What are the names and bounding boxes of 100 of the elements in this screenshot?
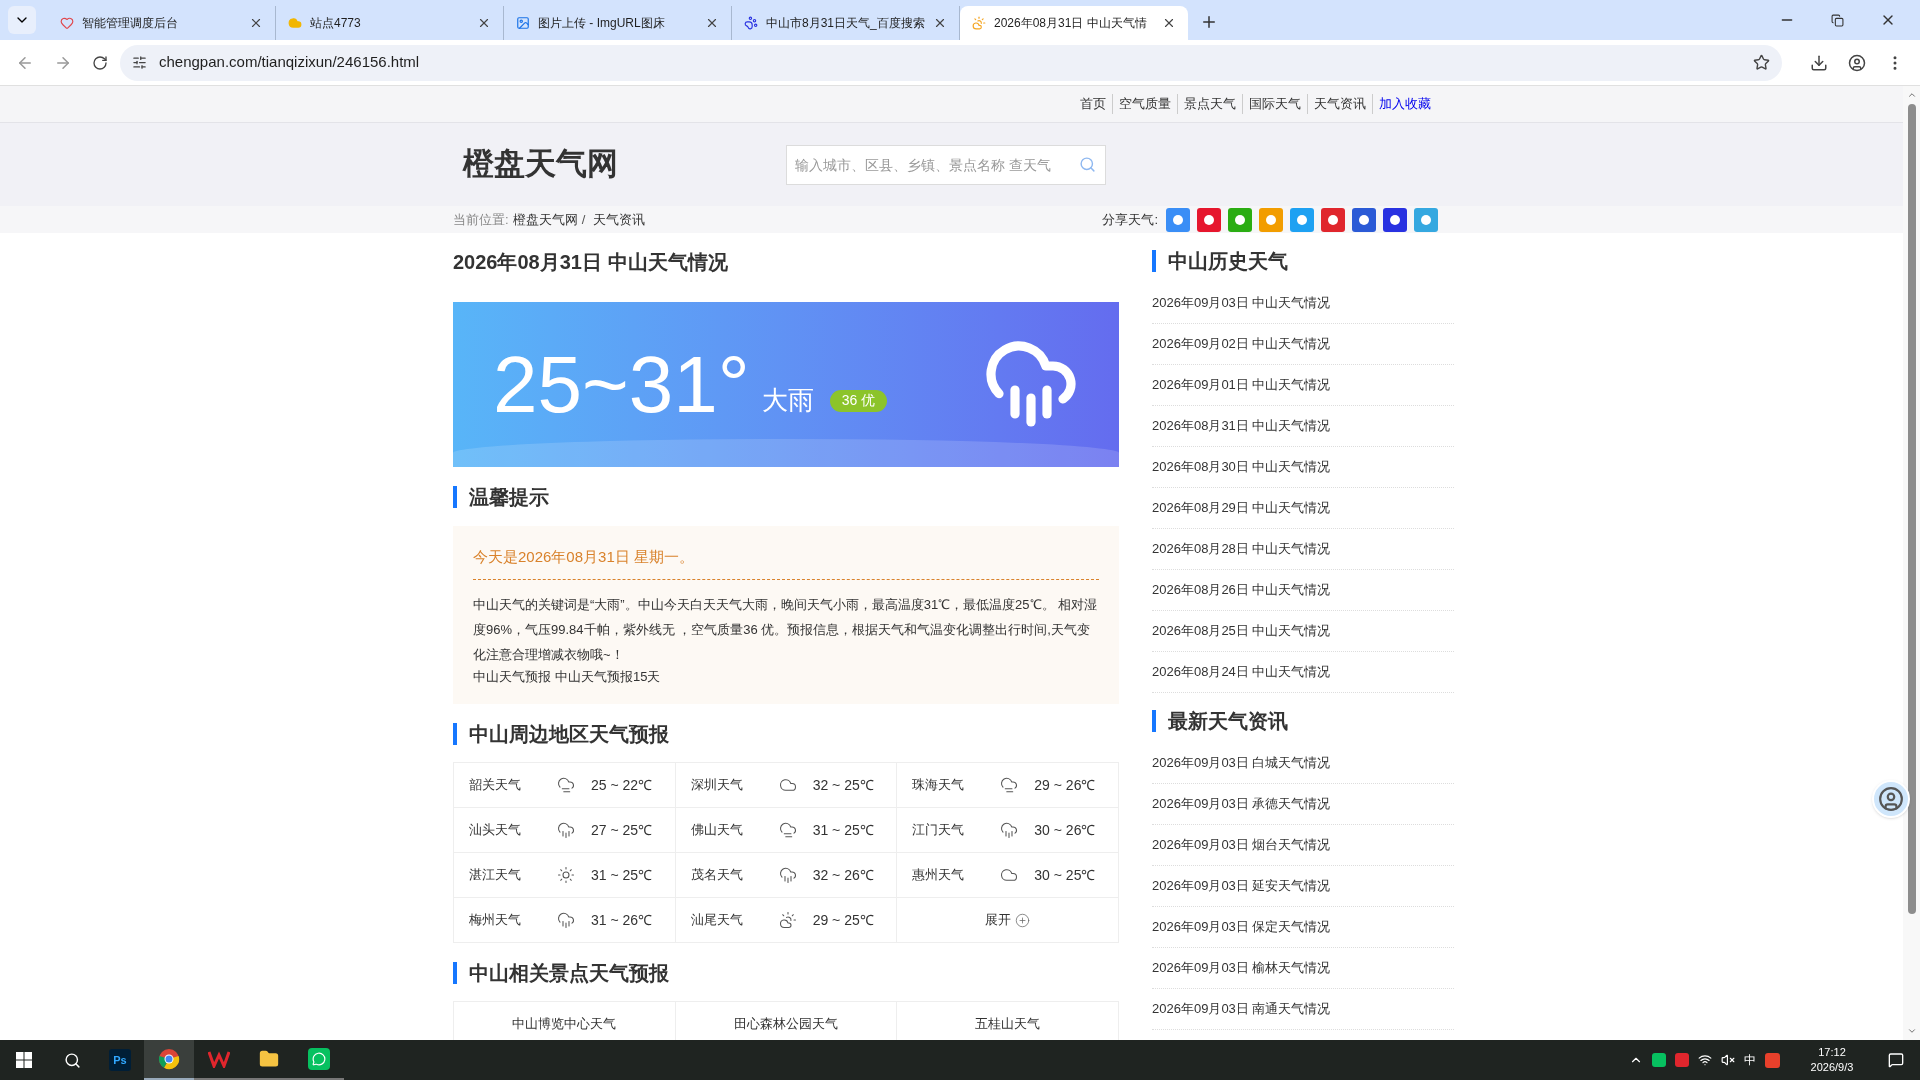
close-icon[interactable]: [249, 16, 263, 30]
scroll-up-icon[interactable]: [1906, 90, 1917, 100]
tab-favicon-icon: [972, 16, 986, 30]
article-link[interactable]: 2026年09月02日 中山天气情况: [1152, 334, 1331, 354]
chat-bubble-icon: [312, 1052, 326, 1066]
article-link[interactable]: 2026年08月25日 中山天气情况: [1152, 621, 1331, 641]
article-link[interactable]: 2026年09月03日 烟台天气情况: [1152, 835, 1331, 855]
browser-tab[interactable]: 2026年08月31日 中山天气情: [960, 6, 1188, 40]
photoshop-app-button[interactable]: Ps: [109, 1049, 131, 1071]
forecast-cell[interactable]: 珠海天气 29 ~ 26℃: [897, 763, 1119, 808]
close-icon[interactable]: [1162, 16, 1176, 30]
chrome-app-button[interactable]: [144, 1040, 194, 1080]
close-icon[interactable]: [705, 16, 719, 30]
share-icon[interactable]: [1197, 207, 1221, 232]
temperature-range: 31 ~ 25℃: [591, 865, 653, 885]
restore-icon[interactable]: [1831, 13, 1844, 27]
date-line: 今天是2026年08月31日 星期一。: [473, 546, 1099, 580]
city-name: 深圳天气: [690, 776, 744, 795]
breadcrumb-link[interactable]: 橙盘天气网: [512, 209, 578, 230]
share-icon[interactable]: [1352, 207, 1376, 232]
notifications-icon[interactable]: [1888, 1052, 1904, 1068]
forecast-cell[interactable]: 惠州天气 30 ~ 25℃: [897, 853, 1119, 898]
article-link[interactable]: 2026年09月03日 中山天气情况: [1152, 293, 1331, 313]
address-bar[interactable]: chengpan.com/tianqizixun/246156.html: [120, 44, 1782, 81]
close-icon[interactable]: [477, 16, 491, 30]
nav-link[interactable]: 天气资讯: [1308, 94, 1373, 114]
close-icon[interactable]: [933, 16, 947, 30]
windows-logo-icon: [16, 1052, 32, 1068]
site-logo[interactable]: 橙盘天气网: [463, 141, 786, 188]
profile-icon[interactable]: [1848, 53, 1866, 72]
network-icon[interactable]: [1698, 1053, 1712, 1067]
article-link[interactable]: 2026年09月03日 榆林天气情况: [1152, 958, 1331, 978]
article-link[interactable]: 2026年08月26日 中山天气情况: [1152, 580, 1331, 600]
download-icon[interactable]: [1810, 53, 1828, 72]
clock[interactable]: 17:12 2026/9/3: [1792, 1045, 1872, 1075]
forecast-cell[interactable]: 佛山天气 31 ~ 25℃: [675, 808, 898, 853]
forecast-link[interactable]: 中山天气预报: [473, 666, 551, 686]
city-name: 韶关天气: [469, 776, 522, 795]
article-link[interactable]: 2026年09月03日 延安天气情况: [1152, 876, 1331, 896]
share-icon[interactable]: [1383, 207, 1407, 232]
forecast-cell[interactable]: 江门天气 30 ~ 26℃: [897, 808, 1119, 853]
article-link[interactable]: 2026年09月03日 南通天气情况: [1152, 999, 1331, 1019]
temperature-range: 29 ~ 26℃: [1034, 775, 1096, 795]
article-link[interactable]: 2026年08月28日 中山天气情况: [1152, 539, 1331, 559]
forecast-cell[interactable]: 湛江天气 31 ~ 25℃: [454, 853, 676, 898]
url-text: chengpan.com/tianqizixun/246156.html: [159, 52, 421, 73]
article-link[interactable]: 2026年09月03日 承德天气情况: [1152, 794, 1331, 814]
bookmark-star-icon[interactable]: [1753, 54, 1770, 71]
search-field[interactable]: 输入城市、区县、乡镇、景点名称 查天气: [786, 144, 1106, 185]
rain-cloud-icon: [1000, 821, 1019, 839]
fog-cloud-icon: [1000, 776, 1019, 794]
section-marker: [453, 962, 457, 984]
nav-link[interactable]: 空气质量: [1113, 94, 1178, 114]
section-heading: 中山相关景点天气预报: [469, 961, 669, 986]
search-icon[interactable]: [63, 1051, 81, 1069]
section-heading: 中山周边地区天气预报: [469, 722, 669, 747]
assistant-avatar[interactable]: [1872, 780, 1910, 818]
forecast-cell[interactable]: 深圳天气 32 ~ 25℃: [675, 763, 898, 808]
article-link[interactable]: 2026年09月01日 中山天气情况: [1152, 375, 1331, 395]
tab-title: 智能管理调度后台: [82, 15, 179, 32]
forecast-link[interactable]: 中山天气预报15天: [555, 666, 661, 686]
section-marker: [1152, 250, 1156, 272]
new-tab-icon[interactable]: [1200, 13, 1218, 31]
tips-paragraph: 中山天气的关键词是“大雨”。中山今天白天天气大雨，晚间天气小雨，最高温度31℃，最低温度25℃。 相对湿度96%，气压99.84千帕，紫外线无 ，空气质量36 优。预报信息，根据天气和气温变化调整出行时间,天气变化注意合理增减衣物哦~！: [473, 595, 1099, 664]
forecast-cell[interactable]: 梅州天气 31 ~ 26℃: [454, 898, 676, 943]
tab-search-button[interactable]: [8, 6, 36, 34]
input-method-tray-icon[interactable]: [1765, 1052, 1780, 1068]
fog-cloud-icon: [778, 821, 797, 839]
temperature-range: 25 ~ 22℃: [591, 775, 653, 795]
forecast-cell[interactable]: 汕尾天气 29 ~ 25℃: [675, 898, 898, 943]
volume-muted-icon[interactable]: [1721, 1053, 1735, 1067]
nav-link[interactable]: 景点天气: [1178, 94, 1243, 114]
article-link[interactable]: 2026年08月24日 中山天气情况: [1152, 662, 1331, 682]
share-icon[interactable]: [1321, 207, 1345, 232]
article-link[interactable]: 2026年09月03日 白城天气情况: [1152, 753, 1331, 773]
article-link[interactable]: 2026年09月03日 保定天气情况: [1152, 917, 1331, 937]
article-link[interactable]: 2026年08月30日 中山天气情况: [1152, 457, 1331, 477]
forecast-cell[interactable]: 韶关天气 25 ~ 22℃: [454, 763, 676, 808]
expand-button[interactable]: 展开: [897, 898, 1119, 943]
city-name: 梅州天气: [469, 911, 522, 930]
reload-icon[interactable]: [92, 54, 108, 71]
forecast-cell[interactable]: 汕头天气 27 ~ 25℃: [454, 808, 676, 853]
nav-link[interactable]: 加入收藏: [1373, 94, 1437, 114]
forecast-cell[interactable]: 茂名天气 32 ~ 26℃: [675, 853, 898, 898]
article-link[interactable]: 2026年08月29日 中山天气情况: [1152, 498, 1331, 518]
rain-cloud-icon: [778, 866, 797, 884]
scrollbar[interactable]: [1903, 86, 1920, 1040]
scroll-down-icon[interactable]: [1906, 1026, 1917, 1036]
breadcrumb-link[interactable]: 天气资讯: [593, 209, 646, 230]
temperature-range: 31 ~ 26℃: [591, 910, 653, 930]
city-name: 汕尾天气: [690, 911, 744, 930]
section-heading: 最新天气资讯: [1168, 709, 1288, 734]
fog-cloud-icon: [557, 776, 575, 794]
avatar-silhouette-icon: [1878, 786, 1904, 812]
site-info-icon[interactable]: [132, 55, 147, 70]
article-link[interactable]: 2026年08月31日 中山天气情况: [1152, 416, 1331, 436]
ime-indicator[interactable]: 中: [1744, 1051, 1756, 1069]
nav-link[interactable]: 首页: [1074, 94, 1113, 114]
weather-condition: 大雨: [761, 384, 814, 417]
nav-link[interactable]: 国际天气: [1243, 94, 1308, 114]
